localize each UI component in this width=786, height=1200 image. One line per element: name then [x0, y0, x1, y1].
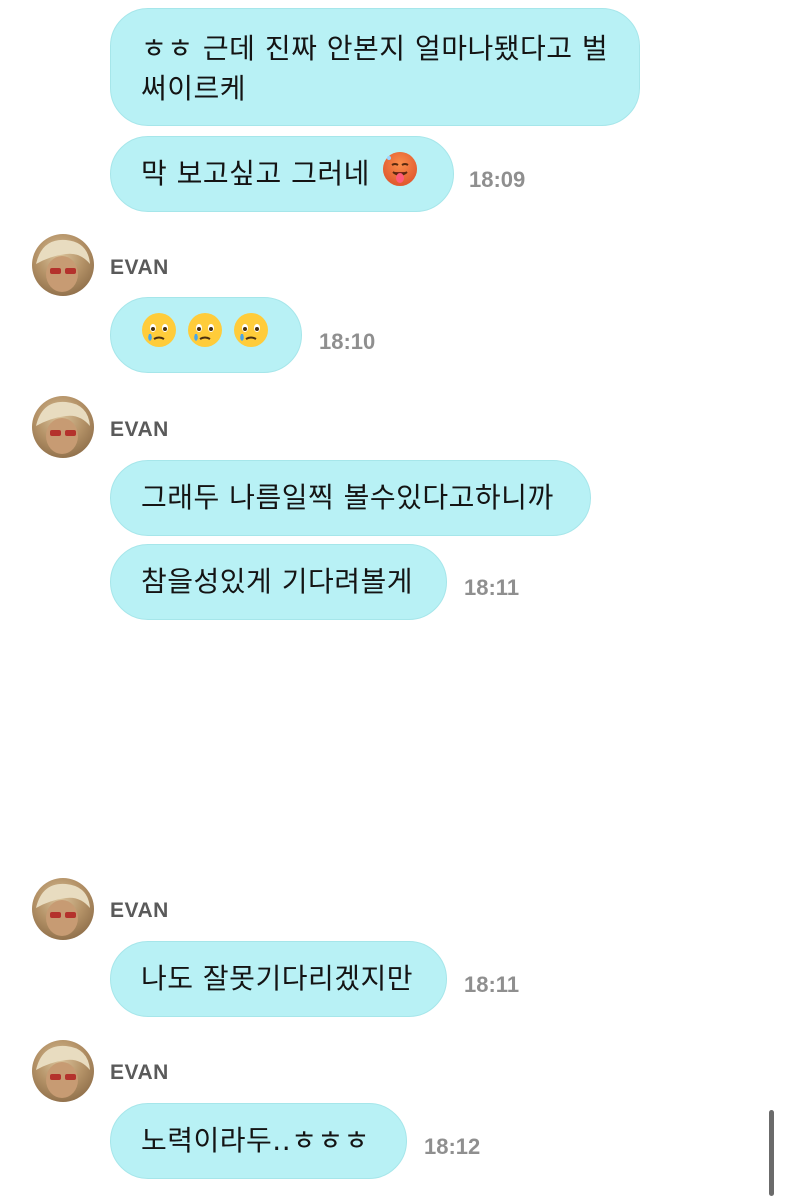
- message-text: 나도 잘못기다리겠지만: [141, 962, 414, 995]
- message-time: 18:10: [319, 329, 376, 354]
- hot-face-emoji-icon: [382, 151, 418, 198]
- message-time: 18:11: [464, 972, 520, 997]
- message-bubble[interactable]: 노력이라두..ㅎㅎㅎ: [110, 1103, 407, 1179]
- message-bubble[interactable]: ㅎㅎ 근데 진짜 안본지 얼마나됐다고 벌 써이르케: [110, 8, 640, 126]
- sender-name: EVAN: [110, 418, 169, 441]
- avatar[interactable]: [32, 878, 94, 940]
- avatar[interactable]: [32, 234, 94, 296]
- avatar[interactable]: [32, 1040, 94, 1102]
- message-text: 참을성있게 기다려볼게: [141, 565, 414, 598]
- message-bubble[interactable]: 막 보고싶고 그러네: [110, 136, 454, 212]
- message-bubble[interactable]: 나도 잘못기다리겠지만: [110, 941, 447, 1017]
- sender-name: EVAN: [110, 899, 169, 922]
- sender-name: EVAN: [110, 1061, 169, 1084]
- sender-name: EVAN: [110, 256, 169, 279]
- message-text-line: 써이르케: [141, 72, 247, 105]
- message-text-line: ㅎㅎ 근데 진짜 안본지 얼마나됐다고 벌: [141, 32, 609, 65]
- holding-back-tears-emoji-icon: [141, 312, 177, 359]
- message-text: 노력이라두..ㅎㅎㅎ: [141, 1124, 370, 1157]
- avatar[interactable]: [32, 396, 94, 458]
- message-time: 18:12: [424, 1134, 481, 1159]
- message-time: 18:11: [464, 575, 520, 600]
- message-bubble[interactable]: [110, 297, 302, 373]
- message-text: 그래두 나름일찍 볼수있다고하니까: [141, 481, 554, 514]
- message-bubble[interactable]: 참을성있게 기다려볼게: [110, 544, 447, 620]
- holding-back-tears-emoji-icon: [187, 312, 223, 359]
- holding-back-tears-emoji-icon: [233, 312, 269, 359]
- message-time: 18:09: [469, 167, 526, 192]
- scrollbar[interactable]: [769, 1110, 774, 1196]
- message-bubble[interactable]: 그래두 나름일찍 볼수있다고하니까: [110, 460, 591, 536]
- message-text: 막 보고싶고 그러네: [141, 157, 370, 190]
